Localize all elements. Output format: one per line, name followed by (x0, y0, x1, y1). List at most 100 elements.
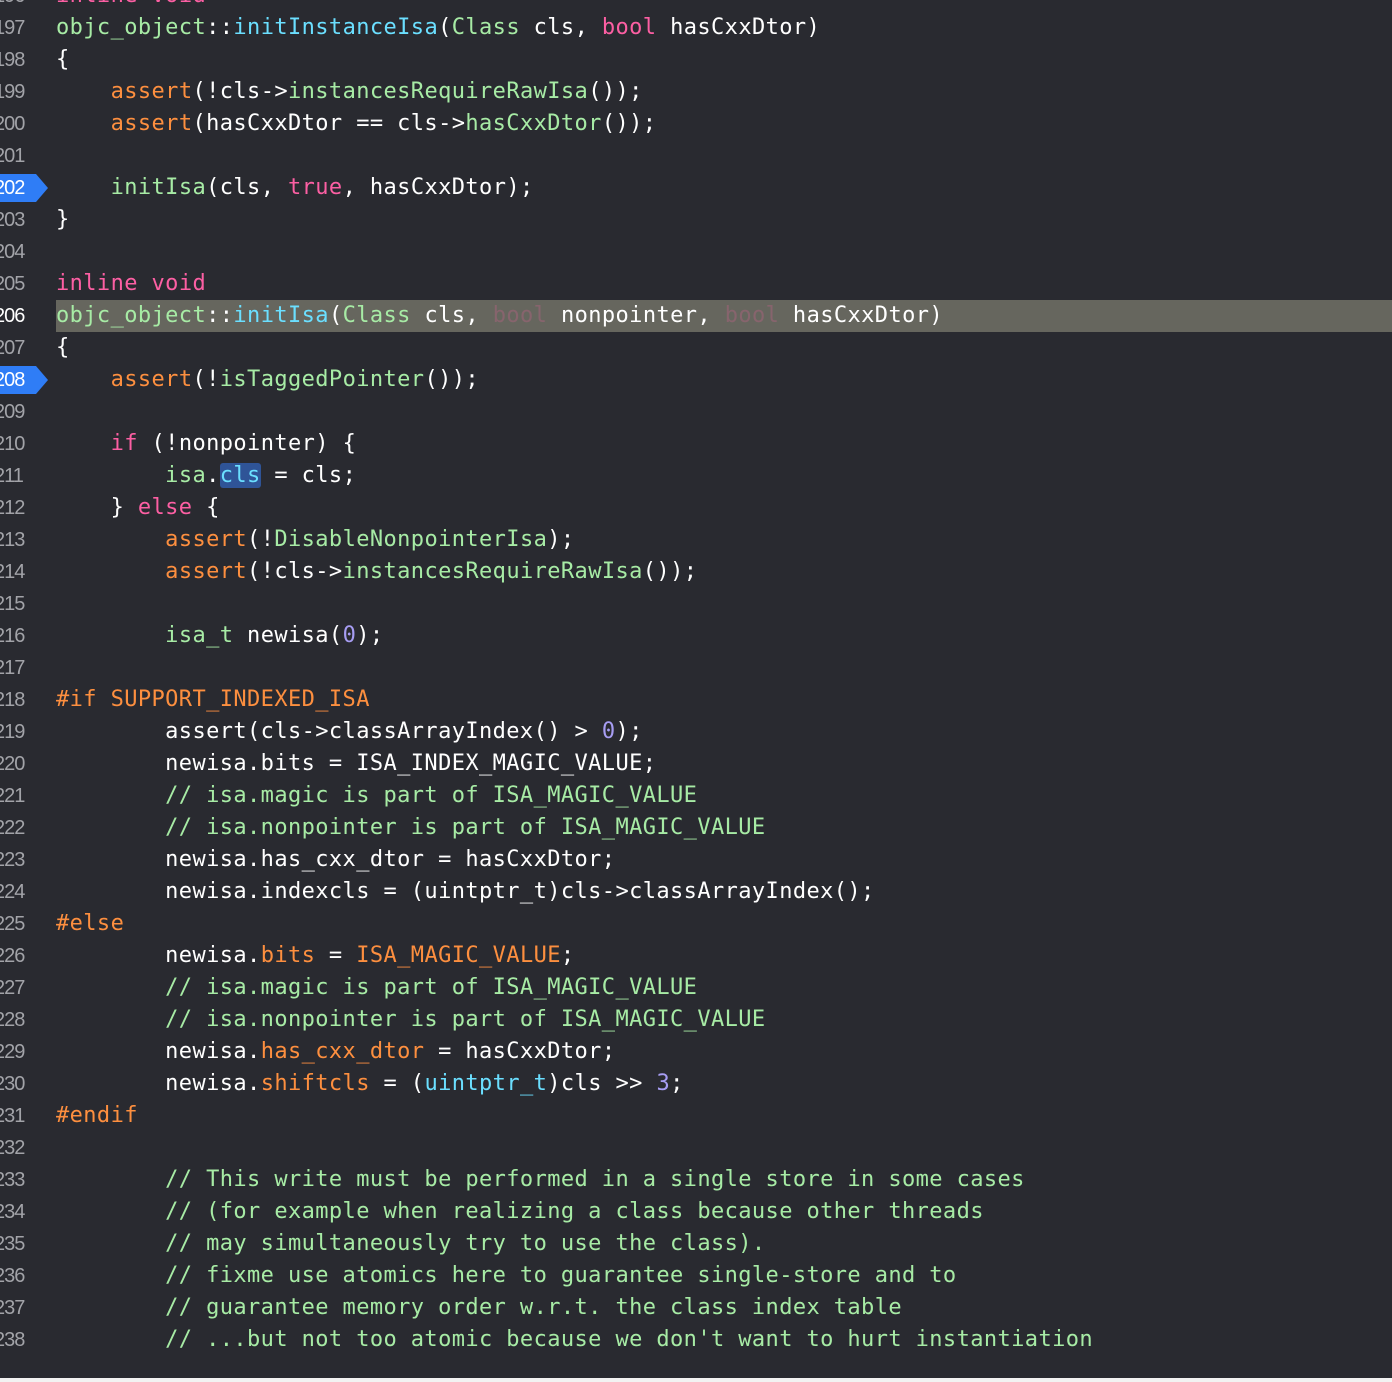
code-token: instancesRequireRawIsa (288, 79, 589, 104)
line-number[interactable]: 228 (0, 1004, 40, 1036)
code-line[interactable]: 203} (0, 204, 1392, 236)
code-line[interactable]: 227 // isa.magic is part of ISA_MAGIC_VA… (0, 972, 1392, 1004)
code-line[interactable]: 225 #else (0, 908, 1392, 940)
code-editor[interactable]: 196inline void197objc_object::initInstan… (0, 0, 1392, 1382)
line-number[interactable]: 205 (0, 268, 40, 300)
line-number[interactable]: 229 (0, 1036, 40, 1068)
line-number[interactable]: 218 (0, 684, 40, 716)
code-token: // may simultaneously try to use the cla… (56, 1231, 766, 1256)
code-line[interactable]: 210 if (!nonpointer) { (0, 428, 1392, 460)
line-number[interactable]: 227 (0, 972, 40, 1004)
line-code: // (for example when realizing a class b… (56, 1196, 984, 1228)
line-number[interactable]: 220 (0, 748, 40, 780)
code-line[interactable]: 214 assert(!cls->instancesRequireRawIsa(… (0, 556, 1392, 588)
code-line[interactable]: 196 inline void (0, 0, 1392, 12)
code-line[interactable]: 238 // ...but not too atomic because we … (0, 1324, 1392, 1356)
code-line[interactable]: 211 isa.cls = cls; (0, 460, 1392, 492)
line-number[interactable]: 214 (0, 556, 40, 588)
line-number[interactable]: 209 (0, 396, 40, 428)
line-number[interactable]: 199 (0, 76, 40, 108)
code-token: newisa. (56, 1071, 261, 1096)
line-number[interactable]: 237 (0, 1292, 40, 1324)
line-number[interactable]: 207 (0, 332, 40, 364)
code-line[interactable]: 213 assert(!DisableNonpointerIsa); (0, 524, 1392, 556)
line-number[interactable]: 231 (0, 1100, 40, 1132)
code-line[interactable]: 208 assert(!isTaggedPointer()); (0, 364, 1392, 396)
code-line[interactable]: 218 #if SUPPORT_INDEXED_ISA (0, 684, 1392, 716)
line-number[interactable]: 202 (0, 172, 40, 204)
line-number[interactable]: 204 (0, 236, 40, 268)
line-number[interactable]: 221 (0, 780, 40, 812)
code-line[interactable]: 231 #endif (0, 1100, 1392, 1132)
line-number[interactable]: 219 (0, 716, 40, 748)
line-code: newisa.shiftcls = (uintptr_t)cls >> 3; (56, 1068, 684, 1100)
line-code: } (56, 204, 70, 236)
code-line[interactable]: 224 newisa.indexcls = (uintptr_t)cls->cl… (0, 876, 1392, 908)
line-number[interactable]: 201 (0, 140, 40, 172)
line-number[interactable]: 197 (0, 12, 40, 44)
code-line[interactable]: 199 assert(!cls->instancesRequireRawIsa(… (0, 76, 1392, 108)
code-token: (cls, (206, 175, 288, 200)
line-number[interactable]: 198 (0, 44, 40, 76)
code-line[interactable]: 204 (0, 236, 1392, 268)
code-line[interactable]: 217 (0, 652, 1392, 684)
code-line[interactable]: 229 newisa.has_cxx_dtor = hasCxxDtor; (0, 1036, 1392, 1068)
code-token: = hasCxxDtor; (424, 1039, 616, 1064)
code-line[interactable]: 200 assert(hasCxxDtor == cls->hasCxxDtor… (0, 108, 1392, 140)
code-line[interactable]: 212 } else { (0, 492, 1392, 524)
code-line[interactable]: 226 newisa.bits = ISA_MAGIC_VALUE; (0, 940, 1392, 972)
code-line[interactable]: 235 // may simultaneously try to use the… (0, 1228, 1392, 1260)
line-number[interactable]: 206 (0, 300, 40, 332)
line-number[interactable]: 210 (0, 428, 40, 460)
line-number[interactable]: 212 (0, 492, 40, 524)
code-token: // fixme use atomics here to guarantee s… (56, 1263, 957, 1288)
code-line[interactable]: 232 (0, 1132, 1392, 1164)
code-line[interactable]: 234 // (for example when realizing a cla… (0, 1196, 1392, 1228)
code-line[interactable]: 215 (0, 588, 1392, 620)
line-number[interactable]: 224 (0, 876, 40, 908)
code-line[interactable]: 209 (0, 396, 1392, 428)
line-number[interactable]: 215 (0, 588, 40, 620)
line-number[interactable]: 238 (0, 1324, 40, 1356)
code-line[interactable]: 205 inline void (0, 268, 1392, 300)
code-line[interactable]: 206 objc_object::initIsa(Class cls, bool … (0, 300, 1392, 332)
line-number[interactable]: 213 (0, 524, 40, 556)
code-line[interactable]: 230 newisa.shiftcls = (uintptr_t)cls >> … (0, 1068, 1392, 1100)
code-line[interactable]: 216 isa_t newisa(0); (0, 620, 1392, 652)
line-number[interactable]: 222 (0, 812, 40, 844)
code-line[interactable]: 228 // isa.nonpointer is part of ISA_MAG… (0, 1004, 1392, 1036)
line-number[interactable]: 236 (0, 1260, 40, 1292)
code-line[interactable]: 237 // guarantee memory order w.r.t. the… (0, 1292, 1392, 1324)
line-number[interactable]: 211 (0, 460, 40, 492)
line-number[interactable]: 225 (0, 908, 40, 940)
code-line[interactable]: 207 { (0, 332, 1392, 364)
line-number[interactable]: 208 (0, 364, 40, 396)
code-line[interactable]: 220 newisa.bits = ISA_INDEX_MAGIC_VALUE; (0, 748, 1392, 780)
line-code: assert(!DisableNonpointerIsa); (56, 524, 575, 556)
code-line[interactable]: 219 assert(cls->classArrayIndex() > 0); (0, 716, 1392, 748)
line-number[interactable]: 200 (0, 108, 40, 140)
line-number[interactable]: 235 (0, 1228, 40, 1260)
code-line[interactable]: 201 (0, 140, 1392, 172)
line-number[interactable]: 216 (0, 620, 40, 652)
code-token: newisa.has_cxx_dtor = hasCxxDtor; (56, 847, 616, 872)
line-number[interactable]: 230 (0, 1068, 40, 1100)
line-number[interactable]: 196 (0, 0, 40, 12)
line-number[interactable]: 226 (0, 940, 40, 972)
code-line[interactable]: 222 // isa.nonpointer is part of ISA_MAG… (0, 812, 1392, 844)
line-number[interactable]: 223 (0, 844, 40, 876)
code-line[interactable]: 202 initIsa(cls, true, hasCxxDtor); (0, 172, 1392, 204)
line-number[interactable]: 232 (0, 1132, 40, 1164)
line-number[interactable]: 233 (0, 1164, 40, 1196)
line-number[interactable]: 203 (0, 204, 40, 236)
code-line[interactable]: 197 objc_object::initInstanceIsa(Class cl… (0, 12, 1392, 44)
code-line[interactable]: 236 // fixme use atomics here to guarant… (0, 1260, 1392, 1292)
code-line[interactable]: 233 // This write must be performed in a… (0, 1164, 1392, 1196)
line-number[interactable]: 234 (0, 1196, 40, 1228)
code-line[interactable]: 198 { (0, 44, 1392, 76)
line-number[interactable]: 217 (0, 652, 40, 684)
code-line[interactable]: 223 newisa.has_cxx_dtor = hasCxxDtor; (0, 844, 1392, 876)
code-line[interactable]: 221 // isa.magic is part of ISA_MAGIC_VA… (0, 780, 1392, 812)
code-token: cls, (410, 303, 493, 328)
